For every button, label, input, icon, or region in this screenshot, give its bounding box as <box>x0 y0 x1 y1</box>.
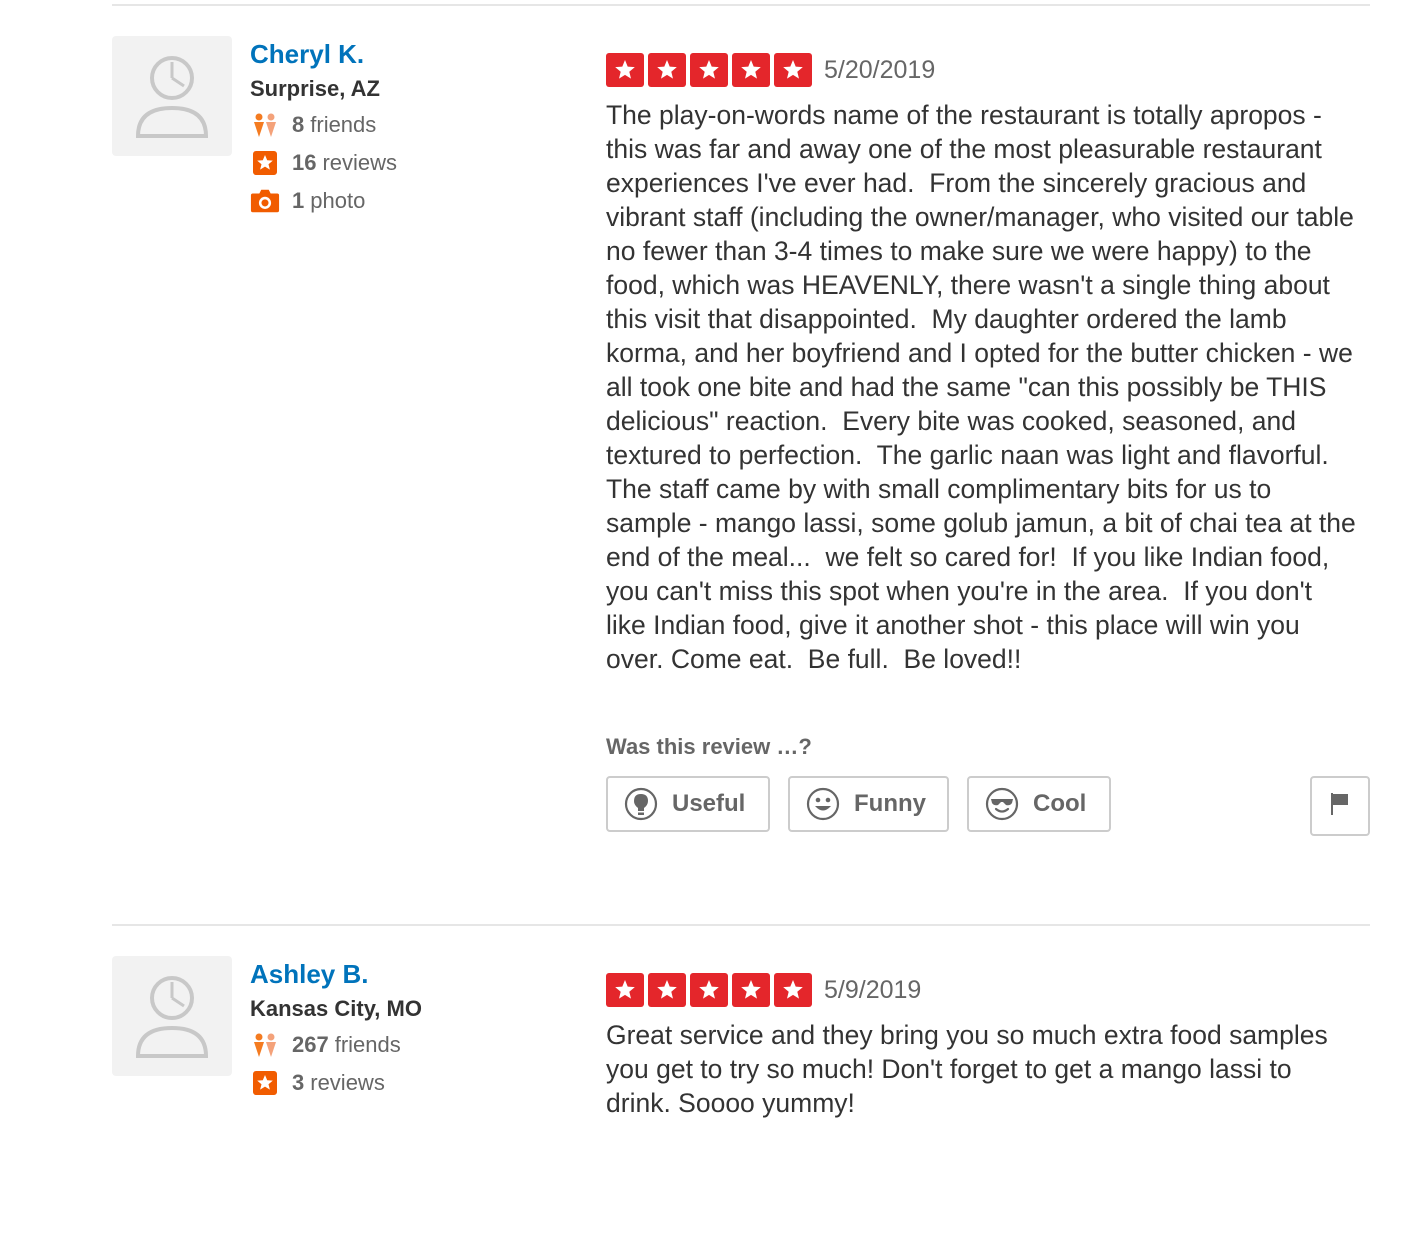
reviews-count: 3 <box>292 1070 305 1095</box>
star-icon <box>732 973 770 1007</box>
review-item: Cheryl K. Surprise, AZ 8 friends 16 revi… <box>112 36 1370 896</box>
friends-count: 8 <box>292 112 305 137</box>
vote-buttons: Useful Funny Cool <box>606 776 1370 836</box>
review-date: 5/9/2019 <box>824 975 922 1004</box>
review-item: Ashley B. Kansas City, MO 267 friends 3 … <box>112 956 1370 1206</box>
cool-label: Cool <box>1033 790 1087 817</box>
reviews-label: reviews <box>310 1070 385 1095</box>
friends-label: friends <box>310 112 377 137</box>
useful-label: Useful <box>672 790 746 817</box>
friends-count: 267 <box>292 1032 329 1057</box>
review-text: The play-on-words name of the restaurant… <box>606 100 1364 674</box>
photos-count: 1 <box>292 188 305 213</box>
vote-prompt: Was this review …? <box>606 734 812 759</box>
reviews-count-stat: 16 reviews <box>250 144 570 182</box>
review-star-icon <box>250 1068 280 1098</box>
star-icon <box>690 973 728 1007</box>
reviews-count-stat: 3 reviews <box>250 1064 570 1102</box>
user-avatar[interactable] <box>112 36 232 156</box>
camera-icon <box>250 186 280 216</box>
star-rating <box>606 973 812 1007</box>
photos-label: photo <box>310 188 366 213</box>
star-icon <box>690 53 728 87</box>
friends-count-stat: 8 friends <box>250 106 570 144</box>
star-icon <box>648 973 686 1007</box>
photos-count-stat: 1 photo <box>250 182 570 220</box>
default-user-avatar-icon <box>135 56 209 138</box>
star-icon <box>732 53 770 87</box>
review-divider <box>112 924 1370 926</box>
lightbulb-icon <box>624 787 658 821</box>
star-icon <box>606 53 644 87</box>
user-location: Kansas City, MO <box>250 996 422 1021</box>
useful-button[interactable]: Useful <box>606 776 770 832</box>
rating-row: 5/20/2019 <box>606 52 1356 88</box>
sunglasses-icon <box>985 787 1019 821</box>
user-passport: Ashley B. Kansas City, MO 267 friends 3 … <box>250 956 570 1102</box>
funny-label: Funny <box>854 790 926 817</box>
review-content: 5/9/2019 Great service and they bring yo… <box>606 956 1356 1120</box>
user-name-link[interactable]: Ashley B. <box>250 956 369 992</box>
reviews-label: reviews <box>322 150 398 175</box>
review-content: 5/20/2019 The play-on-words name of the … <box>606 36 1370 836</box>
smiley-icon <box>806 787 840 821</box>
review-star-icon <box>250 148 280 178</box>
star-icon <box>606 973 644 1007</box>
funny-button[interactable]: Funny <box>788 776 949 832</box>
review-date: 5/20/2019 <box>824 55 936 84</box>
rating-row: 5/9/2019 <box>606 972 1356 1008</box>
star-icon <box>774 973 812 1007</box>
friends-icon <box>250 1030 280 1060</box>
star-rating <box>606 53 812 87</box>
flag-icon <box>1329 791 1351 822</box>
reviews-page: Cheryl K. Surprise, AZ 8 friends 16 revi… <box>0 0 1412 1238</box>
friends-count-stat: 267 friends <box>250 1026 570 1064</box>
top-divider <box>112 4 1370 6</box>
review-text: Great service and they bring you so much… <box>606 1020 1336 1118</box>
reviews-count: 16 <box>292 150 317 175</box>
user-name-link[interactable]: Cheryl K. <box>250 36 364 72</box>
cool-button[interactable]: Cool <box>967 776 1111 832</box>
friends-label: friends <box>334 1032 401 1057</box>
friends-icon <box>250 110 280 140</box>
flag-button[interactable] <box>1310 776 1370 836</box>
star-icon <box>648 53 686 87</box>
user-avatar[interactable] <box>112 956 232 1076</box>
user-passport: Cheryl K. Surprise, AZ 8 friends 16 revi… <box>250 36 570 220</box>
user-location: Surprise, AZ <box>250 76 380 101</box>
default-user-avatar-icon <box>135 976 209 1058</box>
star-icon <box>774 53 812 87</box>
